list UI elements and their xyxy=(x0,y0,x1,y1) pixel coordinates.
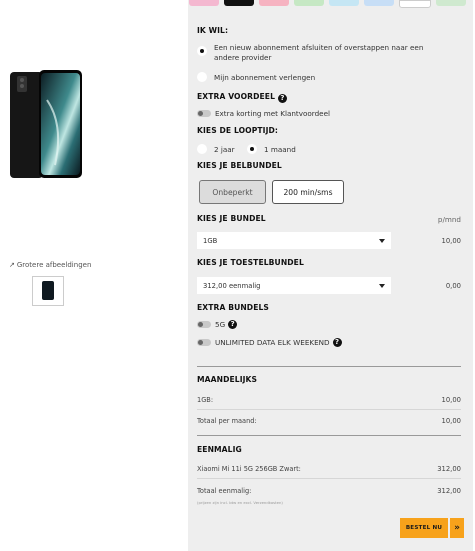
belbundel-unlimited-button[interactable]: Onbeperkt xyxy=(199,180,266,204)
option-new-subscription[interactable]: Een nieuw abonnement afsluiten of overst… xyxy=(197,43,447,63)
radio-1-month[interactable] xyxy=(247,144,257,154)
5g-toggle[interactable] xyxy=(197,321,211,328)
configurator-panel: IK WIL: Een nieuw abonnement afsluiten o… xyxy=(188,0,473,551)
device-bundle-select[interactable]: 312,00 eenmalig xyxy=(197,277,391,294)
divider xyxy=(197,409,461,410)
section-title-extra-bundels: EXTRA BUNDELS xyxy=(197,303,269,312)
chevron-down-icon xyxy=(379,239,385,243)
monthly-total-label: Totaal per maand: xyxy=(197,417,257,425)
section-title-eenmalig: EENMALIG xyxy=(197,445,242,454)
weekend-data-toggle[interactable] xyxy=(197,339,211,346)
device-price-label: Xiaomi Mi 11i 5G 256GB Zwart: xyxy=(197,465,301,473)
one-time-total-label: Totaal eenmalig: xyxy=(197,487,252,495)
divider xyxy=(197,435,461,436)
price-disclaimer: (prijzen zijn incl. btw en excl. Verzend… xyxy=(197,500,283,505)
color-swatches xyxy=(189,0,466,8)
monthly-bundle-value: 10,00 xyxy=(441,396,461,404)
product-thumbnail[interactable] xyxy=(32,276,64,306)
option-extra-discount[interactable]: Extra korting met Klantvoordeel xyxy=(197,109,330,118)
order-now-button[interactable]: BESTEL NU xyxy=(400,518,448,538)
color-swatch-3[interactable] xyxy=(259,0,289,6)
section-title-wil: IK WIL: xyxy=(197,26,229,35)
radio-renew-subscription[interactable] xyxy=(197,72,207,82)
larger-images-link[interactable]: ↗ Grotere afbeeldingen xyxy=(9,261,91,269)
option-2-years[interactable]: 2 jaar xyxy=(197,144,235,154)
per-month-label: p/mnd xyxy=(437,215,461,224)
order-actions: BESTEL NU » xyxy=(400,518,464,538)
extra-bundle-5g[interactable]: 5G? xyxy=(197,320,238,329)
device-price-value: 312,00 xyxy=(437,465,461,473)
option-renew-subscription[interactable]: Mijn abonnement verlengen xyxy=(197,72,315,82)
section-title-toestel: KIES JE TOESTELBUNDEL xyxy=(197,258,304,267)
radio-new-subscription[interactable] xyxy=(197,46,207,56)
help-icon[interactable]: ? xyxy=(278,94,288,103)
color-swatch-7[interactable] xyxy=(399,0,431,8)
bundle-select[interactable]: 1GB xyxy=(197,232,391,249)
option-1-month[interactable]: 1 maand xyxy=(247,144,296,154)
divider xyxy=(197,366,461,367)
color-swatch-5[interactable] xyxy=(329,0,359,6)
help-icon[interactable]: ? xyxy=(332,338,342,347)
section-title-extra: EXTRA VOORDEEL? xyxy=(197,92,288,103)
color-swatch-4[interactable] xyxy=(294,0,324,6)
one-time-total-value: 312,00 xyxy=(437,487,461,495)
extra-discount-toggle[interactable] xyxy=(197,110,211,117)
section-title-maandelijks: MAANDELIJKS xyxy=(197,375,258,384)
chevron-down-icon xyxy=(379,284,385,288)
product-gallery: ↗ Grotere afbeeldingen xyxy=(0,0,188,551)
color-swatch-2[interactable] xyxy=(224,0,254,6)
color-swatch-1[interactable] xyxy=(189,0,219,6)
product-image xyxy=(10,70,82,178)
color-swatch-8[interactable] xyxy=(436,0,466,6)
monthly-bundle-label: 1GB: xyxy=(197,396,214,404)
color-swatch-6[interactable] xyxy=(364,0,394,6)
section-title-belbundel: KIES JE BELBUNDEL xyxy=(197,161,282,170)
bundle-price: 10,00 xyxy=(441,237,461,245)
thumbnail-phone-image xyxy=(42,281,54,300)
extra-bundle-weekend[interactable]: UNLIMITED DATA ELK WEEKEND? xyxy=(197,338,342,347)
help-icon[interactable]: ? xyxy=(228,320,238,329)
section-title-bundel: KIES JE BUNDEL xyxy=(197,214,266,223)
device-bundle-price: 0,00 xyxy=(445,282,461,290)
external-link-icon: ↗ xyxy=(9,261,15,269)
belbundel-200-button[interactable]: 200 min/sms xyxy=(272,180,344,204)
divider xyxy=(197,478,461,479)
section-title-looptijd: KIES DE LOOPTIJD: xyxy=(197,126,279,135)
order-arrow-button[interactable]: » xyxy=(450,518,464,538)
radio-2-years[interactable] xyxy=(197,144,207,154)
monthly-total-value: 10,00 xyxy=(441,417,461,425)
